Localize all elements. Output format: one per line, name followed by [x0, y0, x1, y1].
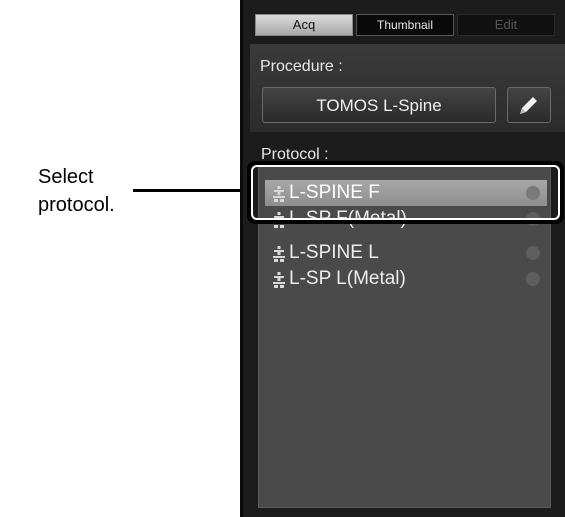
callout-pointer-line	[133, 189, 248, 192]
procedure-button[interactable]: TOMOS L-Spine	[262, 87, 496, 123]
protocol-item[interactable]: L-SP L(Metal)	[265, 266, 547, 292]
callout-line-1: Select	[38, 166, 94, 188]
protocol-item-label: L-SP L(Metal)	[289, 268, 406, 289]
pencil-icon	[520, 97, 537, 114]
callout-line-2: protocol.	[38, 194, 115, 216]
panel-edge	[240, 0, 243, 517]
edit-procedure-button[interactable]	[507, 87, 551, 123]
status-dot-icon	[526, 272, 540, 286]
spine-icon	[273, 246, 285, 262]
tab-thumbnail[interactable]: Thumbnail	[356, 14, 454, 36]
protocol-item-label: L-SPINE L	[289, 242, 379, 263]
callout-highlight-inner	[251, 165, 560, 220]
tab-bar: Acq Thumbnail Edit	[255, 14, 558, 36]
callout-text: Select protocol.	[38, 163, 138, 219]
procedure-label: Procedure :	[260, 58, 343, 75]
protocol-item[interactable]: L-SPINE L	[265, 240, 547, 266]
tab-edit[interactable]: Edit	[457, 14, 555, 36]
tab-acq[interactable]: Acq	[255, 14, 353, 36]
status-dot-icon	[526, 246, 540, 260]
spine-icon	[273, 272, 285, 288]
